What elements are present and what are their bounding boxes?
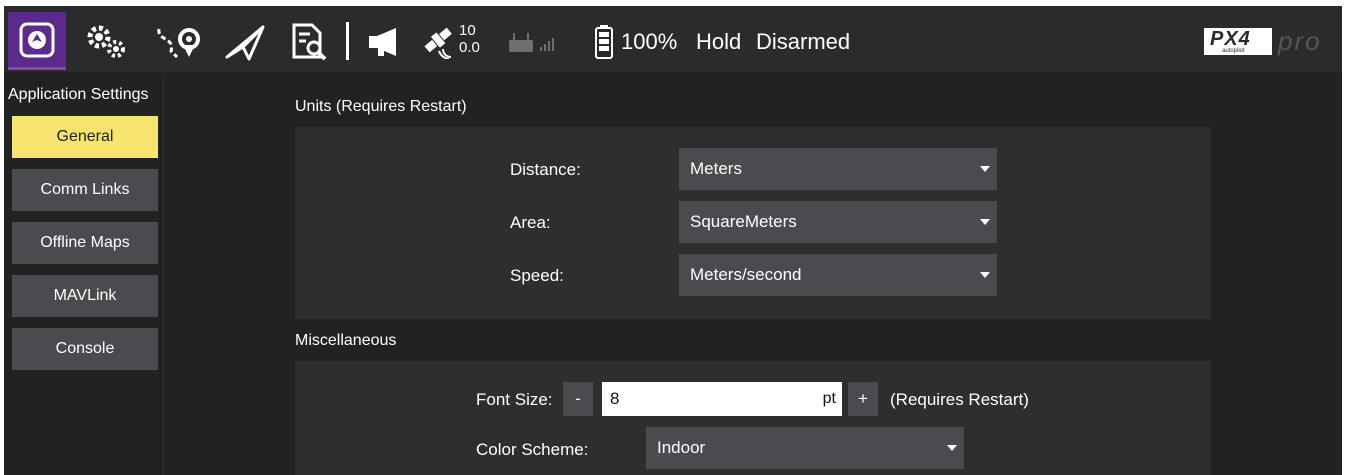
font-size-label: Font Size: bbox=[476, 390, 553, 409]
area-select[interactable]: SquareMeters bbox=[679, 201, 997, 243]
speed-select[interactable]: Meters/second bbox=[679, 254, 997, 296]
chevron-down-icon bbox=[980, 272, 990, 278]
chevron-down-icon bbox=[947, 445, 957, 451]
app-window: 10 0.0 100% Hold Disarmed PX4 autopilot … bbox=[4, 6, 1342, 475]
font-size-input[interactable] bbox=[610, 382, 790, 416]
satellite-icon bbox=[421, 25, 457, 59]
arm-status[interactable]: Disarmed bbox=[756, 29, 850, 55]
gps-indicator[interactable] bbox=[420, 24, 458, 60]
vehicle-setup-button[interactable] bbox=[84, 22, 130, 62]
fly-view-button[interactable] bbox=[222, 22, 268, 62]
sidebar-item-general[interactable]: General bbox=[12, 116, 158, 158]
chevron-down-icon bbox=[980, 219, 990, 225]
gps-readout: 10 0.0 bbox=[459, 22, 480, 56]
speed-label: Speed: bbox=[510, 266, 564, 285]
font-size-field[interactable]: pt bbox=[602, 382, 842, 416]
px4-logo-pro: pro bbox=[1278, 26, 1322, 56]
analyze-button[interactable] bbox=[286, 20, 332, 64]
sidebar-item-mavlink[interactable]: MAVLink bbox=[12, 275, 158, 317]
color-scheme-label: Color Scheme: bbox=[476, 440, 589, 459]
distance-value: Meters bbox=[690, 159, 742, 178]
px4-logo-text: PX4 bbox=[1210, 28, 1251, 50]
font-size-note: (Requires Restart) bbox=[890, 390, 1029, 409]
chevron-down-icon bbox=[980, 166, 990, 172]
battery-percent: 100% bbox=[621, 29, 678, 54]
megaphone-icon bbox=[366, 26, 406, 58]
font-size-increment-button[interactable]: + bbox=[848, 382, 878, 416]
font-size-unit: pt bbox=[822, 390, 836, 407]
color-scheme-select[interactable]: Indoor bbox=[646, 427, 964, 469]
battery-icon bbox=[595, 25, 613, 59]
rc-signal-indicator bbox=[538, 34, 556, 52]
route-icon bbox=[153, 25, 201, 61]
gears-icon bbox=[85, 23, 129, 61]
misc-section-title: Miscellaneous bbox=[295, 332, 397, 349]
rc-icon bbox=[508, 31, 534, 53]
toolbar-divider bbox=[346, 22, 349, 60]
home-button[interactable] bbox=[8, 12, 66, 70]
document-search-icon bbox=[288, 21, 330, 63]
settings-sidebar: Application Settings General Comm Links … bbox=[4, 76, 164, 475]
satellite-count: 10 bbox=[459, 22, 476, 39]
distance-label: Distance: bbox=[510, 160, 581, 179]
units-section-title: Units (Requires Restart) bbox=[295, 98, 467, 115]
plan-view-button[interactable] bbox=[152, 24, 202, 62]
font-size-decrement-button[interactable]: - bbox=[563, 382, 593, 416]
rc-indicator[interactable] bbox=[508, 30, 534, 54]
area-label: Area: bbox=[510, 213, 551, 232]
home-icon bbox=[19, 22, 55, 58]
px4-logo: PX4 autopilot pro bbox=[1204, 26, 1338, 56]
paper-plane-icon bbox=[223, 23, 267, 61]
sidebar-item-console[interactable]: Console bbox=[12, 328, 158, 370]
flight-mode[interactable]: Hold bbox=[696, 29, 741, 55]
sidebar-title: Application Settings bbox=[8, 86, 149, 103]
speed-value: Meters/second bbox=[690, 265, 802, 284]
toolbar: 10 0.0 100% Hold Disarmed PX4 autopilot … bbox=[4, 6, 1342, 72]
sidebar-item-comm-links[interactable]: Comm Links bbox=[12, 169, 158, 211]
hdop-value: 0.0 bbox=[459, 39, 480, 56]
battery-indicator[interactable] bbox=[592, 24, 616, 60]
px4-logo-sub: autopilot bbox=[1222, 48, 1245, 54]
messages-button[interactable] bbox=[364, 24, 408, 60]
area-value: SquareMeters bbox=[690, 212, 797, 231]
sidebar-item-offline-maps[interactable]: Offline Maps bbox=[12, 222, 158, 264]
color-scheme-value: Indoor bbox=[657, 438, 706, 457]
signal-icon bbox=[539, 35, 555, 51]
distance-select[interactable]: Meters bbox=[679, 148, 997, 190]
